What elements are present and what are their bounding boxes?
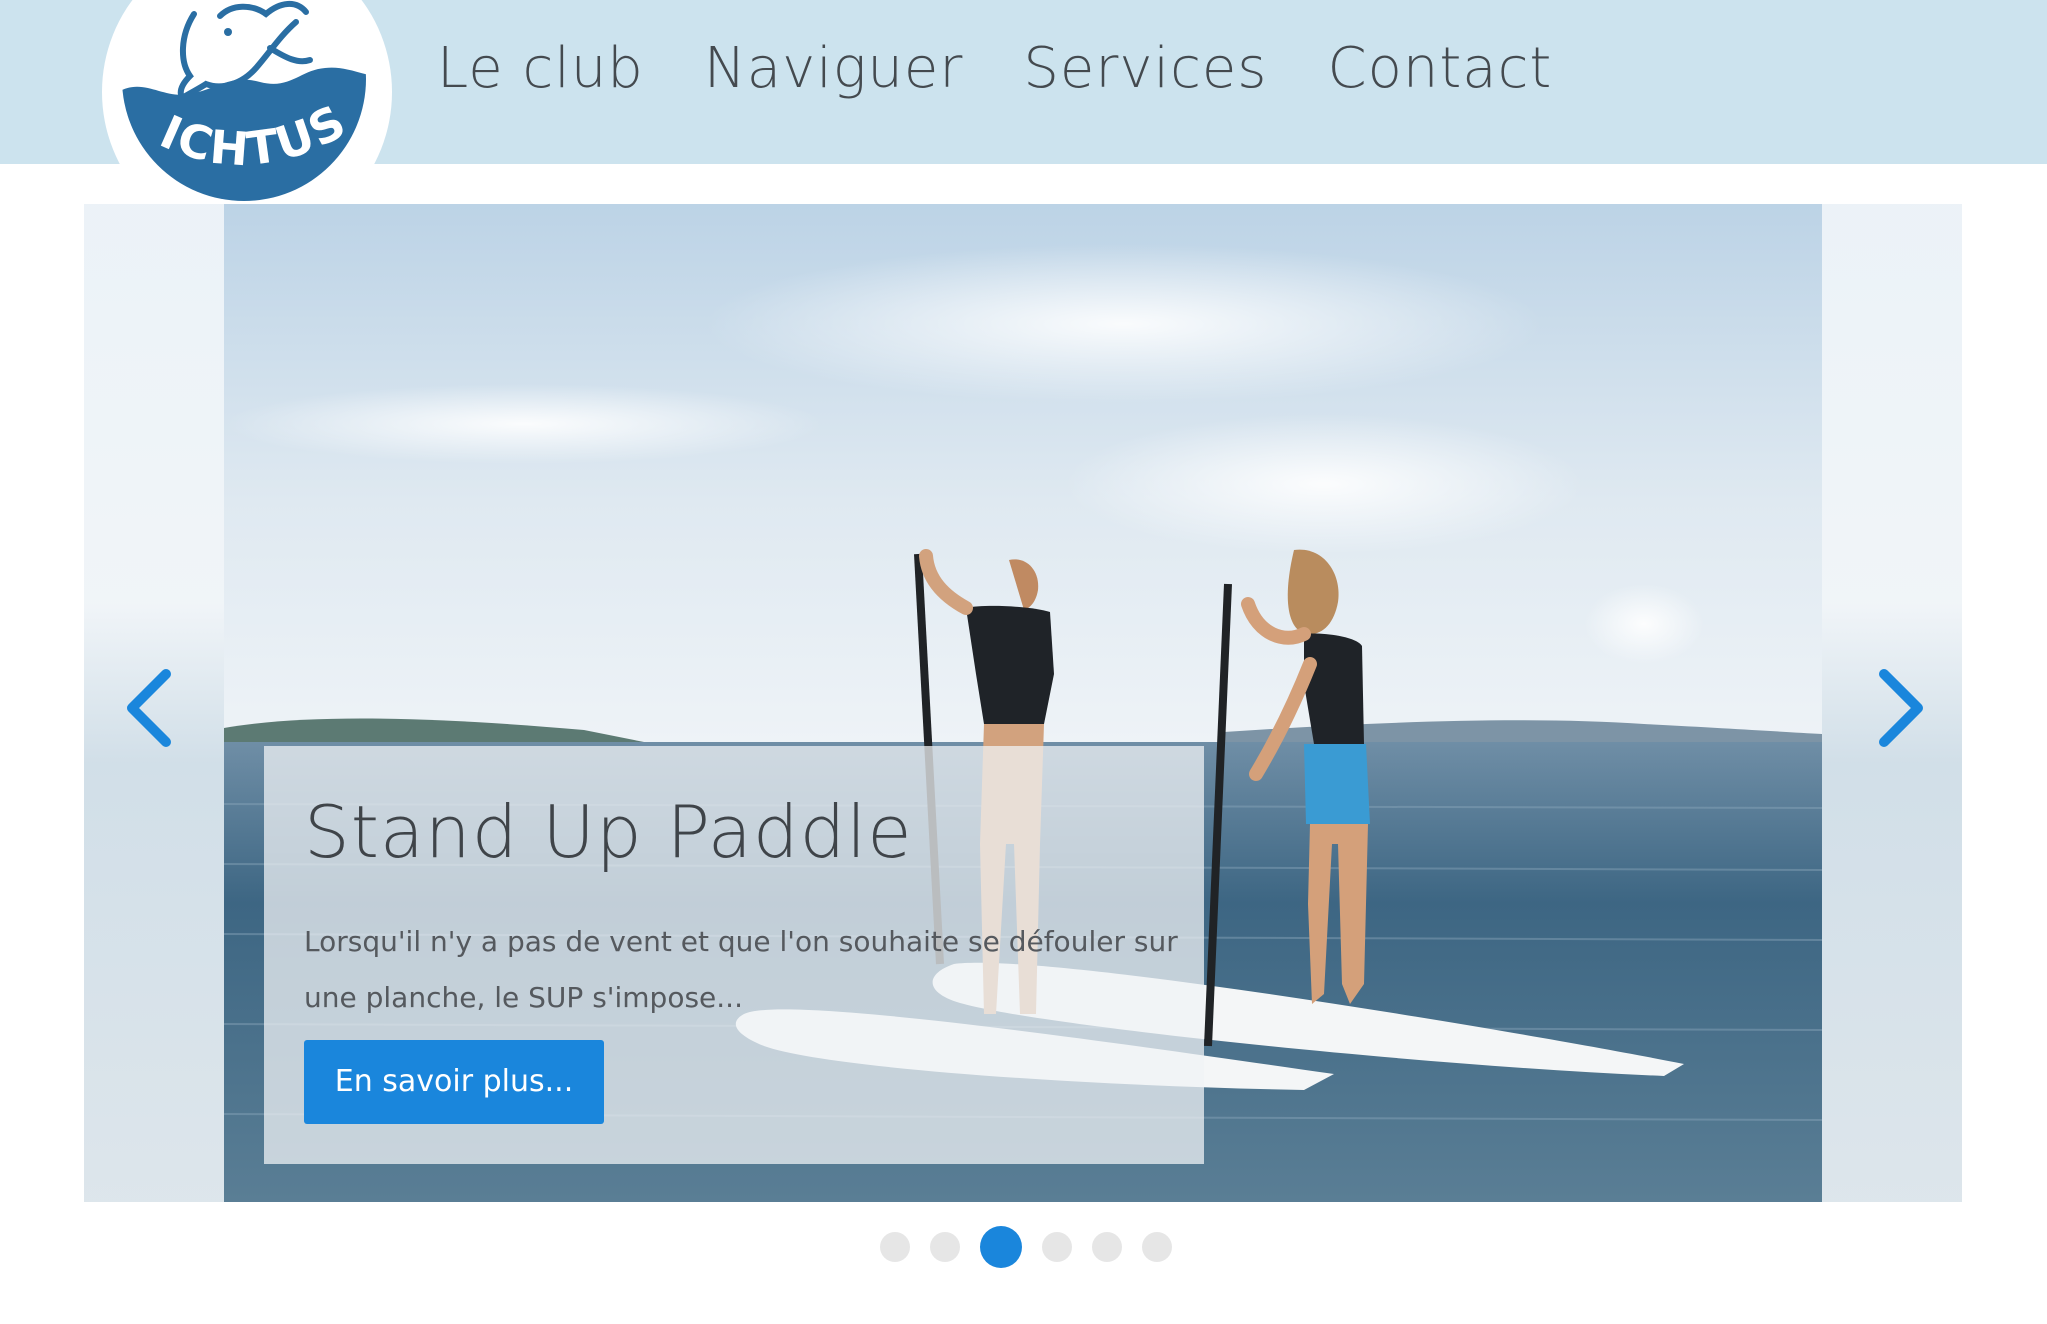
learn-more-button[interactable]: En savoir plus... [304,1040,604,1124]
nav-item-naviguer[interactable]: Naviguer [704,36,963,101]
main-nav: Le club Naviguer Services Contact [437,36,1612,101]
carousel-dot-active[interactable] [980,1226,1022,1268]
carousel-dot[interactable] [930,1232,960,1262]
carousel-dot[interactable] [1092,1232,1122,1262]
carousel-next-button[interactable] [1870,666,1930,750]
nav-item-contact[interactable]: Contact [1327,36,1552,101]
carousel: Stand Up Paddle Lorsqu'il n'y a pas de v… [84,204,1962,1202]
slide-description: Lorsqu'il n'y a pas de vent et que l'on … [304,925,1178,1014]
chevron-left-icon [127,669,171,747]
nav-item-le-club[interactable]: Le club [437,36,644,101]
carousel-dot[interactable] [1042,1232,1072,1262]
carousel-dot[interactable] [1142,1232,1172,1262]
chevron-right-icon [1879,669,1923,747]
nav-item-services[interactable]: Services [1023,36,1267,101]
carousel-prev-button[interactable] [120,666,180,750]
slide-title: Stand Up Paddle [304,790,913,874]
slide-caption: Stand Up Paddle Lorsqu'il n'y a pas de v… [264,746,1204,1164]
ichtus-logo-icon: ICHTUS [122,0,366,201]
carousel-indicators [880,1226,1192,1268]
carousel-dot[interactable] [880,1232,910,1262]
page: Le club Naviguer Services Contact ICHTUS… [0,0,2047,1324]
logo[interactable]: ICHTUS [120,0,368,206]
